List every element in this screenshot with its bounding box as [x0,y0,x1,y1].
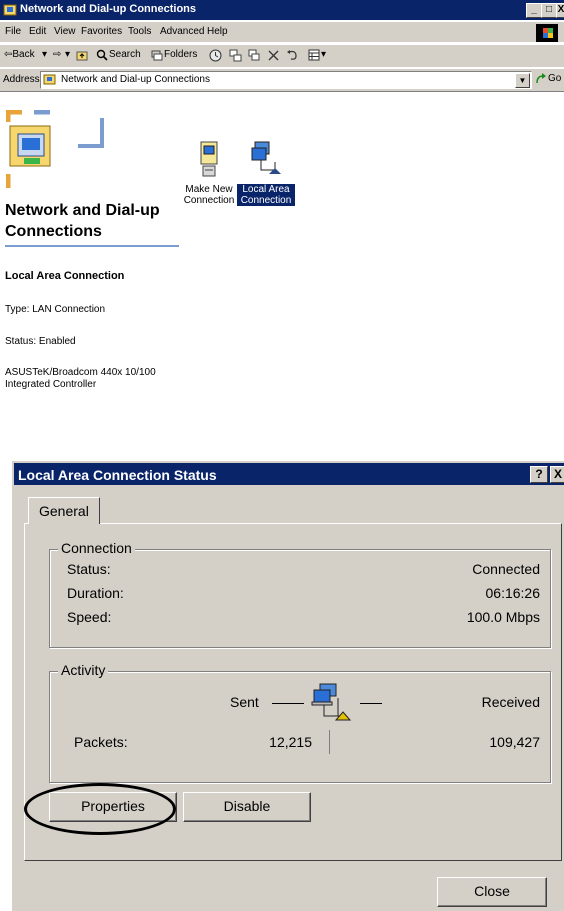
address-value: Network and Dial-up Connections [61,74,210,85]
search-icon[interactable] [96,49,108,61]
close-button[interactable]: X [556,3,564,18]
local-area-connection-line2: Connection [240,195,292,206]
forward-button[interactable]: ⇨ [53,49,61,60]
selected-item-name: Local Area Connection [5,270,125,282]
dialog-close-x-button[interactable]: X [550,466,564,483]
status-value: Connected [472,561,540,577]
address-bar: Address Network and Dial-up Connections … [0,68,564,91]
folder-heading-line2: Connections [5,223,102,240]
local-area-connection-icon [251,141,281,174]
folders-button[interactable]: Folders [164,49,197,60]
menu-edit[interactable]: Edit [29,26,46,37]
make-new-connection-line1: Make New [185,184,233,195]
history-icon[interactable] [209,49,222,62]
go-button[interactable]: Go [548,73,561,84]
dialog-title: Local Area Connection Status [18,467,217,483]
back-button[interactable]: ⇦Back [4,49,35,60]
sent-label: Sent [230,694,259,710]
connection-status: Status: Enabled [5,336,76,347]
forward-dropdown-arrow[interactable]: ▾ [65,49,70,60]
up-folder-icon[interactable] [76,49,88,61]
properties-button[interactable]: Properties [49,792,177,822]
menu-tools[interactable]: Tools [128,26,151,37]
folders-icon[interactable] [151,49,163,61]
heading-rule [5,245,179,247]
delete-icon[interactable] [268,50,279,61]
explorer-title-bar[interactable]: Network and Dial-up Connections _ □ X [0,0,564,20]
go-arrow-icon[interactable] [535,73,547,85]
make-new-connection-line2: Connection [183,195,235,206]
menu-favorites[interactable]: Favorites [81,26,122,37]
make-new-connection-icon [200,141,218,177]
undo-icon[interactable] [286,49,298,61]
close-dialog-button[interactable]: Close [437,877,547,907]
tab-general-label: General [39,503,89,519]
minimize-button[interactable]: _ [526,3,542,18]
menu-help[interactable]: Help [207,26,228,37]
duration-label: Duration: [67,585,124,601]
status-dialog: Local Area Connection Status ? X General… [11,460,564,911]
address-dropdown-button[interactable]: ▼ [515,73,530,88]
menu-file[interactable]: File [5,26,21,37]
network-folder-icon [3,4,17,16]
disable-button[interactable]: Disable [183,792,311,822]
menu-advanced[interactable]: Advanced [160,26,204,37]
address-label: Address [3,74,40,85]
packets-sent-value: 12,215 [269,734,312,750]
packets-divider [329,730,330,754]
speed-value: 100.0 Mbps [466,609,540,625]
folder-heading: Network and Dial-up Connections [5,200,160,242]
network-connections-banner-icon [6,110,104,188]
device-name-line1: ASUSTeK/Broadcom 440x 10/100 [5,367,156,378]
explorer-window: Network and Dial-up Connections _ □ X Fi… [0,0,564,440]
speed-label: Speed: [67,609,112,625]
general-tab-panel: Connection Status: Connected Duration: 0… [24,523,562,861]
received-line [360,703,382,704]
local-area-connection-line1: Local Area [242,184,290,195]
search-button[interactable]: Search [109,49,141,60]
folder-heading-line1: Network and Dial-up [5,202,160,219]
views-icon[interactable] [308,49,320,61]
connection-type: Type: LAN Connection [5,304,106,315]
device-name-line2: Integrated Controller [5,379,97,390]
copy-to-icon[interactable] [248,49,261,62]
connection-legend: Connection [58,540,135,556]
activity-legend: Activity [58,662,109,678]
packets-received-value: 109,427 [489,734,540,750]
network-folder-icon [43,74,56,85]
content-divider [0,91,564,92]
address-input[interactable]: Network and Dial-up Connections ▼ [40,71,532,89]
tab-general[interactable]: General [28,497,100,524]
maximize-button[interactable]: □ [541,3,557,18]
duration-value: 06:16:26 [485,585,541,601]
move-to-icon[interactable] [229,49,242,62]
menu-bar: File Edit View Favorites Tools Advanced … [0,22,564,42]
dialog-title-bar[interactable]: Local Area Connection Status ? X [14,463,564,485]
help-button[interactable]: ? [530,466,548,483]
received-label: Received [481,694,540,710]
standard-toolbar: ⇦Back ▾ ⇨ ▾ Search Folders ▾ [0,44,564,67]
sent-line [272,703,304,704]
back-dropdown-arrow[interactable]: ▾ [42,49,47,60]
local-area-connection-item[interactable]: Local Area Connection [237,140,295,206]
views-dropdown-arrow[interactable]: ▾ [321,49,326,60]
status-label: Status: [67,561,111,577]
menu-view[interactable]: View [54,26,76,37]
windows-logo-icon [536,24,558,42]
explorer-title: Network and Dial-up Connections [20,3,197,15]
connection-group: Connection Status: Connected Duration: 0… [49,540,551,648]
make-new-connection-item[interactable]: Make New Connection [181,140,237,206]
packets-label: Packets: [74,734,128,750]
network-activity-icon [311,683,352,721]
activity-group: Activity Sent Received Packets: 12,215 1… [49,662,551,783]
